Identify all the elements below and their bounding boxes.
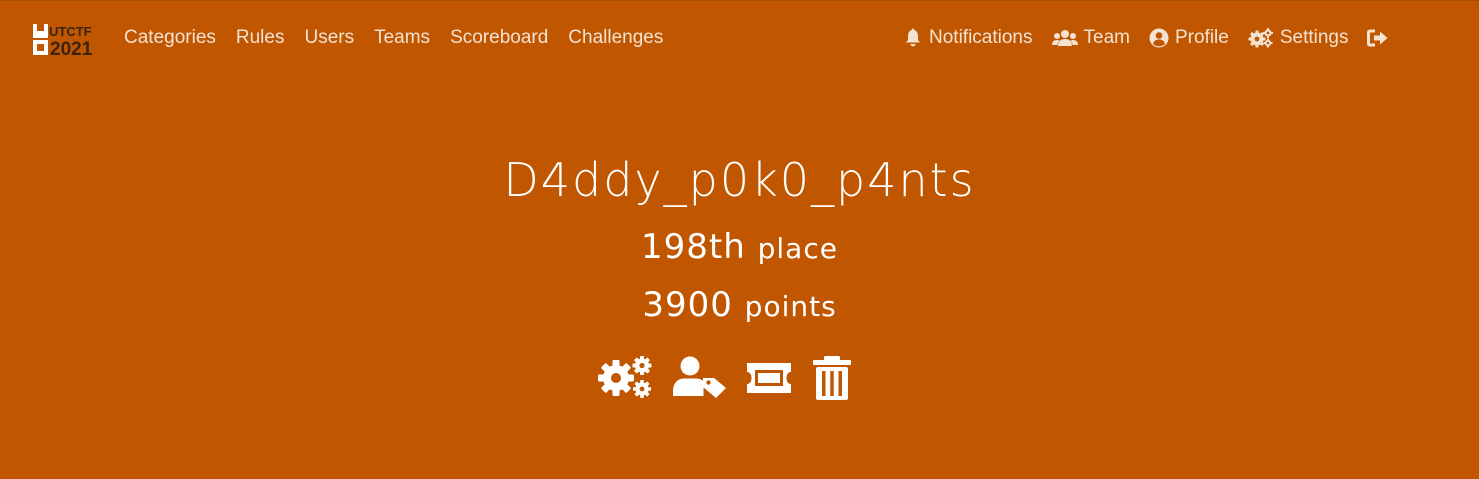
user-tag-icon[interactable] <box>672 356 728 400</box>
nav-users[interactable]: Users <box>304 25 354 51</box>
nav-notifications[interactable]: Notifications <box>903 25 1033 51</box>
nav-settings[interactable]: Settings <box>1248 25 1349 51</box>
users-icon <box>1051 30 1078 46</box>
user-place: 198th place <box>0 226 1479 270</box>
nav-team[interactable]: Team <box>1051 25 1130 51</box>
profile-header: D4ddy_p0k0_p4nts 198th place 3900 points <box>0 74 1479 479</box>
place-label: place <box>757 232 838 265</box>
nav-scoreboard[interactable]: Scoreboard <box>450 25 548 51</box>
nav-left: Categories Rules Users Teams Scoreboard … <box>124 25 683 51</box>
nav-profile-label: Profile <box>1174 27 1229 48</box>
logo-line2: 2021 <box>50 39 93 56</box>
ticket-icon[interactable] <box>744 360 794 396</box>
place-value: 198th <box>641 227 746 267</box>
utctf-logo[interactable]: UTCTF 2021 <box>32 22 96 56</box>
points-value: 3900 <box>642 285 733 325</box>
nav-right: Notifications Team Profile Settings <box>903 25 1414 51</box>
nav-logout[interactable] <box>1367 28 1395 48</box>
username: D4ddy_p0k0_p4nts <box>503 153 976 207</box>
nav-notifications-label: Notifications <box>929 27 1033 48</box>
admin-actions <box>598 356 852 400</box>
nav-profile[interactable]: Profile <box>1149 25 1229 51</box>
user-points: 3900 points <box>0 284 1479 328</box>
nav-teams[interactable]: Teams <box>374 25 430 51</box>
user-circle-icon <box>1149 28 1169 48</box>
logo-line1: UTCTF <box>49 24 92 39</box>
nav-team-label: Team <box>1083 27 1130 48</box>
nav-challenges[interactable]: Challenges <box>568 25 663 51</box>
navbar: UTCTF 2021 Categories Rules Users Teams … <box>0 0 1479 74</box>
bell-icon <box>906 28 920 47</box>
nav-categories[interactable]: Categories <box>124 25 216 51</box>
cogs-icon[interactable] <box>598 356 654 400</box>
nav-settings-label: Settings <box>1279 27 1349 48</box>
points-label: points <box>744 290 837 323</box>
nav-rules[interactable]: Rules <box>236 25 285 51</box>
cogs-icon <box>1248 28 1273 48</box>
trash-icon[interactable] <box>812 356 852 400</box>
sign-out-icon <box>1367 29 1388 47</box>
